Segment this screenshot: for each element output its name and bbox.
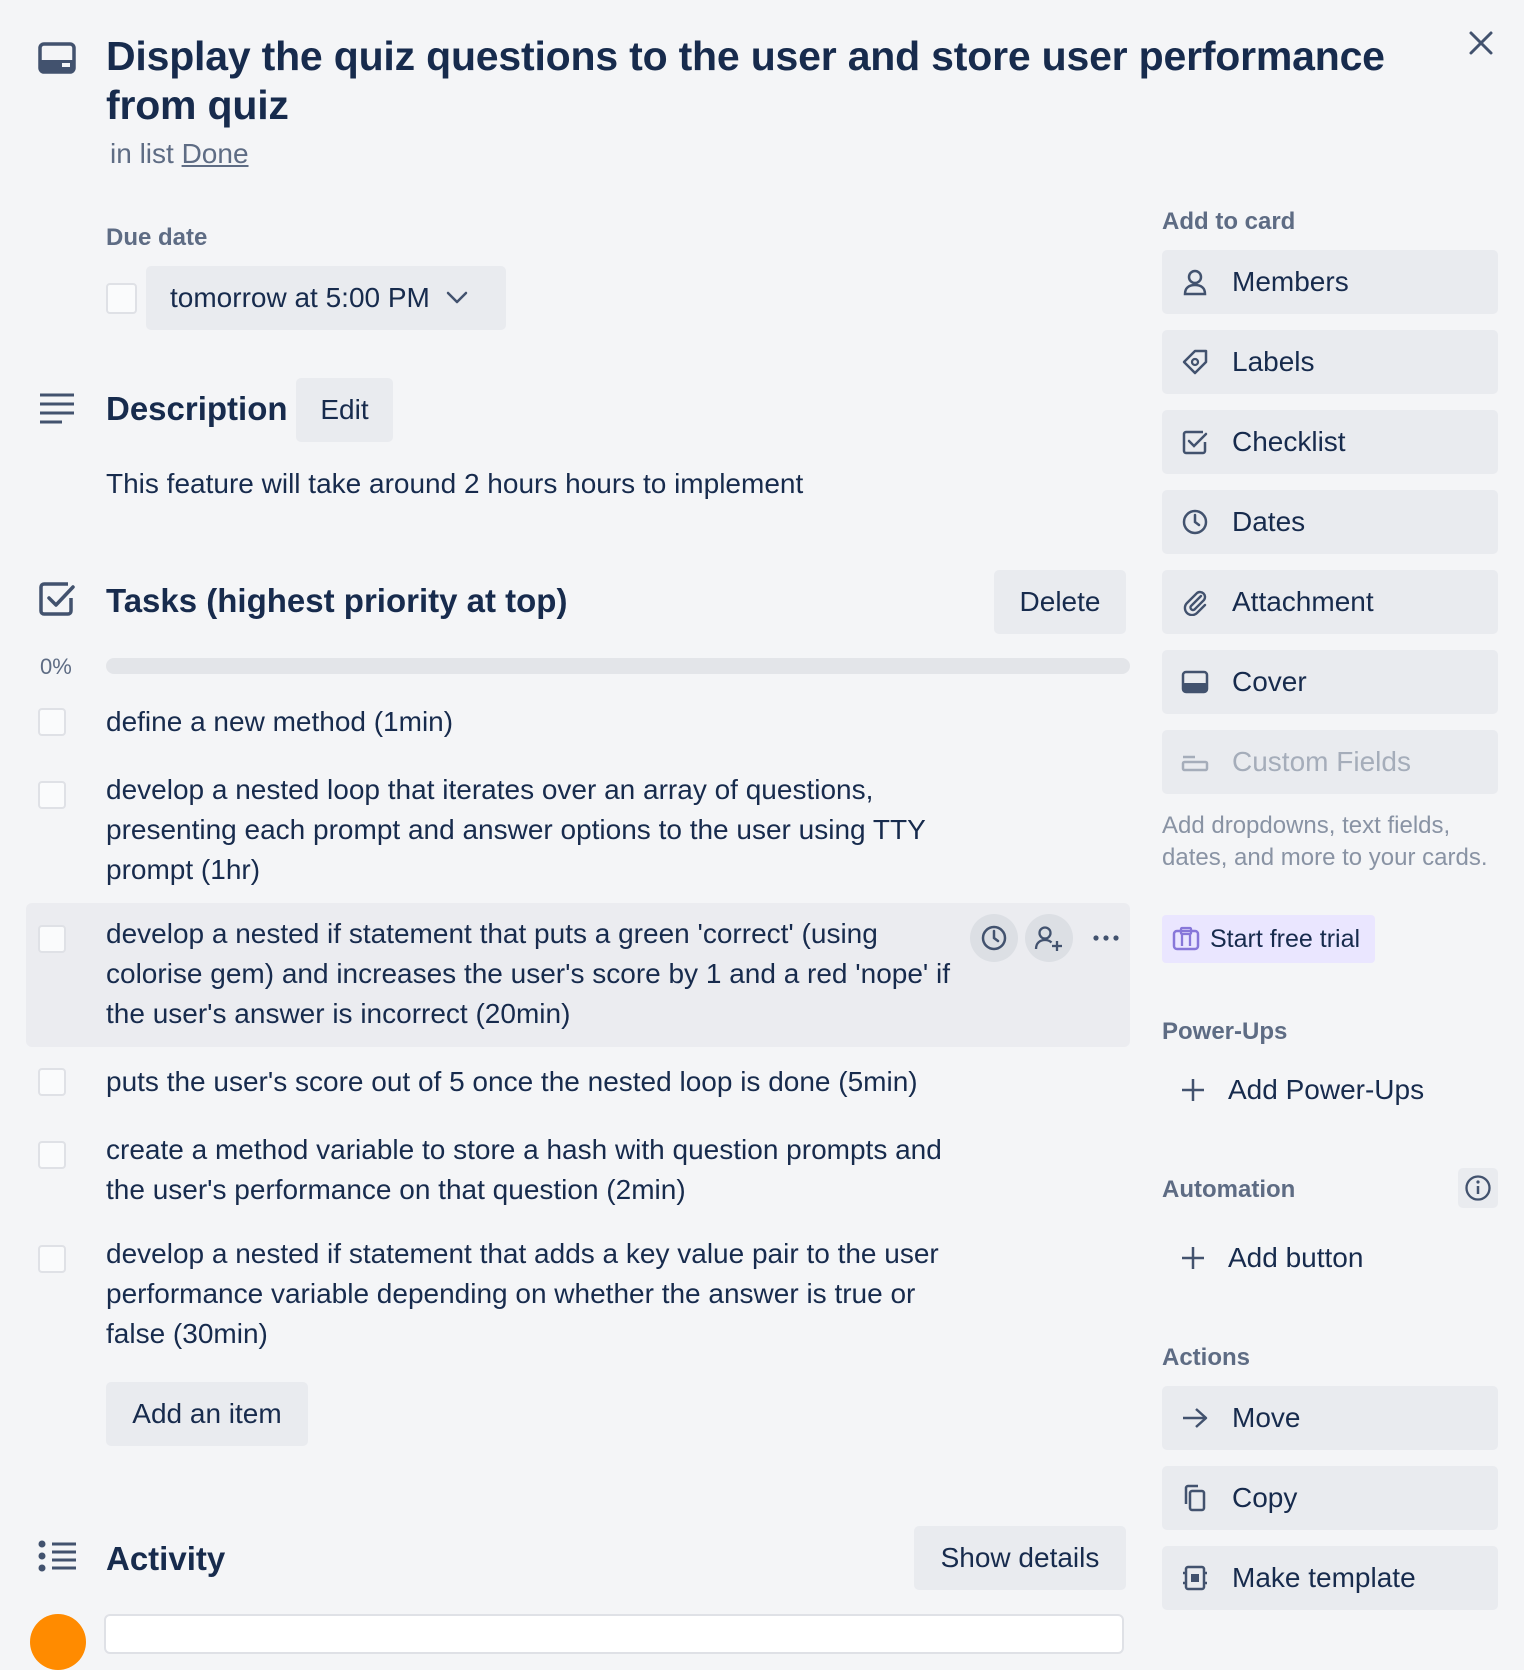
- activity-heading: Activity: [106, 1540, 226, 1577]
- dates-label: Dates: [1232, 506, 1306, 537]
- copy-button[interactable]: Copy: [1162, 1466, 1498, 1530]
- due-date-value: tomorrow at 5:00 PM: [170, 282, 430, 313]
- automation-label: Automation: [1162, 1176, 1296, 1203]
- card-title[interactable]: Display the quiz questions to the user a…: [106, 32, 1426, 130]
- task-item-text[interactable]: develop a nested if statement that puts …: [106, 914, 966, 1034]
- task-checkbox[interactable]: [38, 781, 66, 809]
- members-button[interactable]: Members: [1162, 250, 1498, 314]
- progress-percent: 0%: [40, 654, 72, 679]
- task-item-text[interactable]: develop a nested if statement that adds …: [106, 1234, 966, 1354]
- activity-icon: [38, 1540, 78, 1572]
- paperclip-icon: [1180, 587, 1210, 617]
- template-icon: [1180, 1563, 1210, 1593]
- progress-bar: [106, 658, 1130, 674]
- plus-icon: [1180, 1245, 1206, 1271]
- move-button[interactable]: Move: [1162, 1386, 1498, 1450]
- checklist-icon: [38, 580, 76, 618]
- members-label: Members: [1232, 266, 1349, 297]
- tag-icon: [1180, 347, 1210, 377]
- add-button-button[interactable]: Add button: [1162, 1228, 1363, 1288]
- checklist-delete-button[interactable]: Delete: [994, 570, 1126, 634]
- chevron-down-icon: [446, 291, 468, 305]
- task-item-text[interactable]: develop a nested loop that iterates over…: [106, 770, 966, 890]
- make-template-button[interactable]: Make template: [1162, 1546, 1498, 1610]
- add-power-ups-button[interactable]: Add Power-Ups: [1162, 1060, 1424, 1120]
- task-more-button[interactable]: [1090, 924, 1122, 952]
- custom-fields-note: Add dropdowns, text fields, dates, and m…: [1162, 812, 1488, 871]
- task-item-text[interactable]: create a method variable to store a hash…: [106, 1130, 966, 1210]
- attachment-label: Attachment: [1232, 586, 1374, 617]
- task-due-date-button[interactable]: [970, 914, 1018, 962]
- checklist-button[interactable]: Checklist: [1162, 410, 1498, 474]
- in-list-text: in list Done: [110, 138, 249, 170]
- task-checkbox[interactable]: [38, 1068, 66, 1096]
- task-checkbox[interactable]: [38, 1141, 66, 1169]
- task-item-text[interactable]: define a new method (1min): [106, 702, 966, 742]
- add-to-card-label: Add to card: [1162, 208, 1296, 235]
- task-checkbox[interactable]: [38, 708, 66, 736]
- due-date-label: Due date: [106, 224, 208, 251]
- labels-label: Labels: [1232, 346, 1315, 377]
- actions-label: Actions: [1162, 1344, 1251, 1371]
- start-free-trial-label: Start free trial: [1210, 924, 1361, 953]
- due-date-checkbox[interactable]: [106, 283, 137, 314]
- custom-fields-button[interactable]: Custom Fields: [1162, 730, 1498, 794]
- copy-icon: [1180, 1483, 1210, 1513]
- clock-icon: [1180, 507, 1210, 537]
- custom-fields-icon: [1180, 747, 1210, 777]
- start-free-trial-button[interactable]: Start free trial: [1162, 915, 1375, 963]
- plus-icon: [1180, 1077, 1206, 1103]
- copy-label: Copy: [1232, 1482, 1298, 1513]
- cover-label: Cover: [1232, 666, 1307, 697]
- task-checkbox[interactable]: [38, 1245, 66, 1273]
- list-name-link[interactable]: Done: [182, 138, 249, 169]
- arrow-right-icon: [1180, 1403, 1210, 1433]
- make-template-label: Make template: [1232, 1562, 1416, 1593]
- in-list-prefix: in list: [110, 138, 174, 169]
- attachment-button[interactable]: Attachment: [1162, 570, 1498, 634]
- dates-button[interactable]: Dates: [1162, 490, 1498, 554]
- task-assign-button[interactable]: [1025, 914, 1073, 962]
- cover-icon: [1180, 667, 1210, 697]
- avatar[interactable]: [30, 1614, 86, 1670]
- info-icon: [1464, 1174, 1492, 1202]
- checklist-label: Checklist: [1232, 426, 1346, 457]
- checklist-icon: [1180, 427, 1210, 457]
- add-member-icon: [1034, 924, 1064, 952]
- add-power-ups-label: Add Power-Ups: [1228, 1074, 1425, 1105]
- task-checkbox[interactable]: [38, 925, 66, 953]
- due-date-dropdown[interactable]: tomorrow at 5:00 PM: [146, 266, 506, 330]
- labels-button[interactable]: Labels: [1162, 330, 1498, 394]
- add-button-label: Add button: [1228, 1242, 1364, 1273]
- clock-icon: [980, 924, 1008, 952]
- custom-fields-label: Custom Fields: [1232, 746, 1411, 777]
- trial-icon: [1172, 926, 1200, 952]
- power-ups-label: Power-Ups: [1162, 1018, 1288, 1045]
- close-icon[interactable]: [1466, 28, 1496, 58]
- description-icon: [38, 392, 76, 424]
- cover-button[interactable]: Cover: [1162, 650, 1498, 714]
- card-icon: [38, 42, 76, 74]
- description-heading: Description: [106, 390, 288, 427]
- description-edit-button[interactable]: Edit: [296, 378, 393, 442]
- description-text[interactable]: This feature will take around 2 hours ho…: [106, 468, 803, 500]
- move-label: Move: [1232, 1402, 1301, 1433]
- comment-input[interactable]: [104, 1614, 1124, 1654]
- show-details-button[interactable]: Show details: [914, 1526, 1126, 1590]
- automation-info-button[interactable]: [1458, 1168, 1498, 1208]
- person-icon: [1180, 267, 1210, 297]
- more-icon: [1093, 935, 1119, 941]
- task-item-text[interactable]: puts the user's score out of 5 once the …: [106, 1062, 1066, 1102]
- checklist-heading[interactable]: Tasks (highest priority at top): [106, 582, 567, 620]
- add-item-button[interactable]: Add an item: [106, 1382, 308, 1446]
